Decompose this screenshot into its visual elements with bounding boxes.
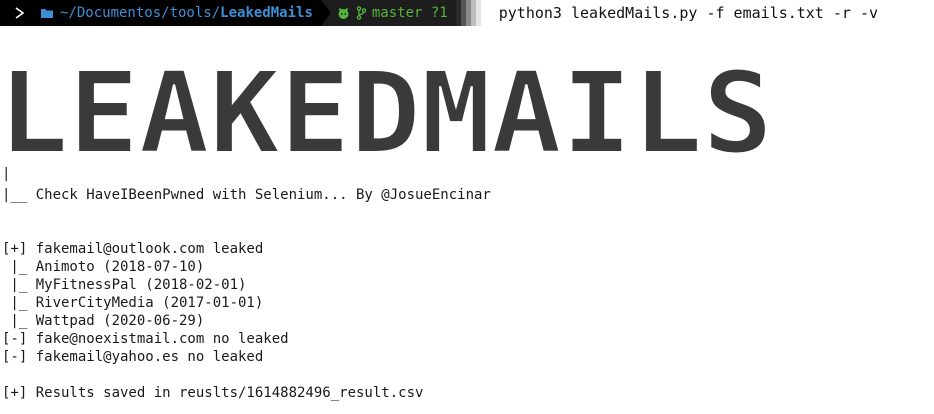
breach-item-wattpad: |_ Wattpad (2020-06-29)	[2, 313, 205, 329]
subtitle-line: |__ Check HaveIBeenPwned with Selenium..…	[2, 187, 491, 203]
result-line-yahoo: [-] fakemail@yahoo.es no leaked	[2, 349, 264, 365]
terminal-prompt-icon	[15, 7, 25, 19]
ascii-banner: LEAKEDMAILS	[0, 52, 774, 167]
git-branch: master ?1	[371, 5, 448, 21]
command-text: python3 leakedMails.py -f emails.txt -r …	[498, 4, 879, 22]
git-branch-icon	[356, 6, 366, 20]
shell-prompt: ~/Documentos/tools/LeakedMails master ?1	[0, 0, 934, 26]
banner-text: LEAKEDMAILS	[0, 52, 773, 167]
git-segment: master ?1	[330, 0, 456, 26]
github-icon	[338, 7, 349, 19]
terminal-window: ~/Documentos/tools/LeakedMails master ?1	[0, 0, 934, 414]
prompt-fade	[455, 0, 481, 26]
results-saved-line: [+] Results saved in reuslts/1614882496_…	[2, 385, 424, 401]
breach-item-animoto: |_ Animoto (2018-07-10)	[2, 259, 205, 275]
os-segment	[0, 0, 40, 26]
directory-segment: ~/Documentos/tools/LeakedMails	[40, 0, 321, 26]
path-current: LeakedMails	[220, 5, 313, 21]
result-line-noexist: [-] fake@noexistmail.com no leaked	[2, 331, 289, 347]
folder-icon	[41, 9, 53, 18]
result-line-outlook: [+] fakemail@outlook.com leaked	[2, 241, 264, 257]
path-prefix: ~/Documentos/tools/	[60, 5, 221, 21]
breach-item-myfitnesspal: |_ MyFitnessPal (2018-02-01)	[2, 277, 247, 293]
output-pipe: |	[2, 166, 11, 182]
prompt-separator	[320, 0, 331, 26]
breach-item-rivercitymedia: |_ RiverCityMedia (2017-01-01)	[2, 295, 264, 311]
